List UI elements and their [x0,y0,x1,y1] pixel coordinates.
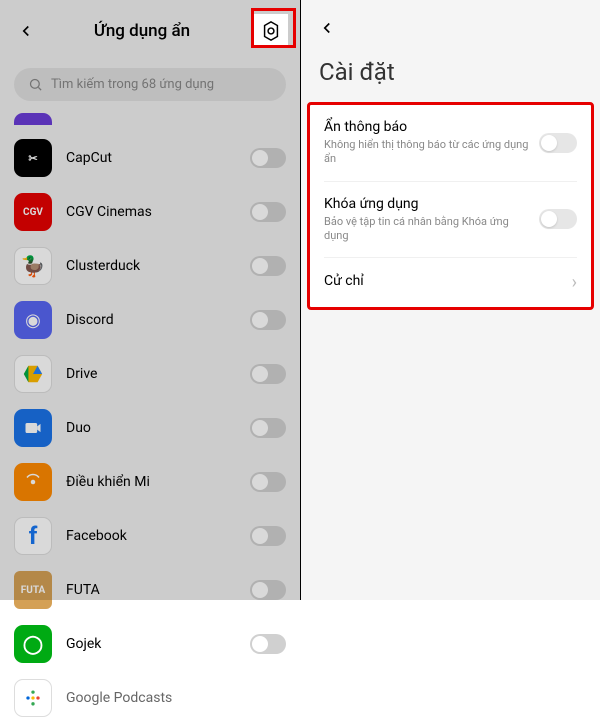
app-item-cgv[interactable]: CGV CGV Cinemas [14,185,286,239]
cgv-icon: CGV [14,193,52,231]
app-label: CapCut [66,150,250,166]
app-toggle[interactable] [250,526,286,546]
settings-group-highlight: Ẩn thông báo Không hiển thị thông báo từ… [307,102,594,310]
setting-title: Khóa ứng dụng [324,196,531,212]
right-header [301,0,600,50]
app-item-mi-remote[interactable]: Điều khiển Mi [14,455,286,509]
settings-title: Cài đặt [301,50,600,102]
app-toggle[interactable] [250,148,286,168]
capcut-icon: ✂ [14,139,52,177]
app-item-discord[interactable]: ◉ Discord [14,293,286,347]
app-toggle[interactable] [250,256,286,276]
app-item-drive[interactable]: Drive [14,347,286,401]
app-item-google-podcasts[interactable]: Google Podcasts [14,671,286,717]
app-list: ✂ CapCut CGV CGV Cinemas 🦆 Clusterduck ◉… [0,113,300,717]
chevron-right-icon: › [572,272,577,293]
setting-title: Ẩn thông báo [324,119,531,135]
setting-desc: Bảo vệ tập tin cá nhân bằng Khóa ứng dụn… [324,215,531,244]
search-input[interactable]: Tìm kiếm trong 68 ứng dụng [14,68,286,101]
app-label: Điều khiển Mi [66,474,250,490]
mi-remote-icon [14,463,52,501]
app-label: FUTA [66,582,250,598]
app-item-facebook[interactable]: f Facebook [14,509,286,563]
app-toggle[interactable] [250,202,286,222]
search-icon [28,77,43,92]
duo-icon [14,409,52,447]
setting-title: Cử chỉ [324,273,572,289]
app-label: Clusterduck [66,258,250,274]
app-label: Google Podcasts [66,690,286,706]
app-toggle[interactable] [250,310,286,330]
drive-icon [14,355,52,393]
settings-panel: Cài đặt Ẩn thông báo Không hiển thị thôn… [301,0,600,600]
gojek-icon: ◯ [14,625,52,663]
toggle-switch[interactable] [539,209,577,229]
app-label: Discord [66,312,250,328]
app-item-clusterduck[interactable]: 🦆 Clusterduck [14,239,286,293]
app-item-futa[interactable]: FUTA FUTA [14,563,286,617]
left-title: Ứng dụng ẩn [30,21,254,41]
app-toggle[interactable] [250,364,286,384]
partial-app-top [14,113,286,125]
setting-desc: Không hiển thị thông báo từ các ứng dụng… [324,138,531,167]
app-toggle[interactable] [250,472,286,492]
google-podcasts-icon [14,679,52,717]
app-toggle[interactable] [250,634,286,654]
app-label: CGV Cinemas [66,204,250,220]
app-toggle[interactable] [250,418,286,438]
gear-highlight-annotation [251,8,296,48]
back-button[interactable] [313,14,341,42]
facebook-icon: f [14,517,52,555]
app-item-capcut[interactable]: ✂ CapCut [14,131,286,185]
app-item-gojek[interactable]: ◯ Gojek [14,617,286,671]
search-placeholder: Tìm kiếm trong 68 ứng dụng [51,77,214,92]
toggle-switch[interactable] [539,133,577,153]
app-label: Drive [66,366,250,382]
hidden-apps-panel: Ứng dụng ẩn Tìm kiếm trong 68 ứng dụng ✂… [0,0,300,600]
futa-icon: FUTA [14,571,52,609]
setting-app-lock[interactable]: Khóa ứng dụng Bảo vệ tập tin cá nhân bằn… [324,182,577,259]
app-item-duo[interactable]: Duo [14,401,286,455]
app-label: Gojek [66,636,250,652]
app-label: Duo [66,420,250,436]
app-toggle[interactable] [250,580,286,600]
setting-gestures[interactable]: Cử chỉ › [324,258,577,307]
app-label: Facebook [66,528,250,544]
discord-icon: ◉ [14,301,52,339]
setting-hide-notifications[interactable]: Ẩn thông báo Không hiển thị thông báo từ… [324,105,577,182]
clusterduck-icon: 🦆 [14,247,52,285]
